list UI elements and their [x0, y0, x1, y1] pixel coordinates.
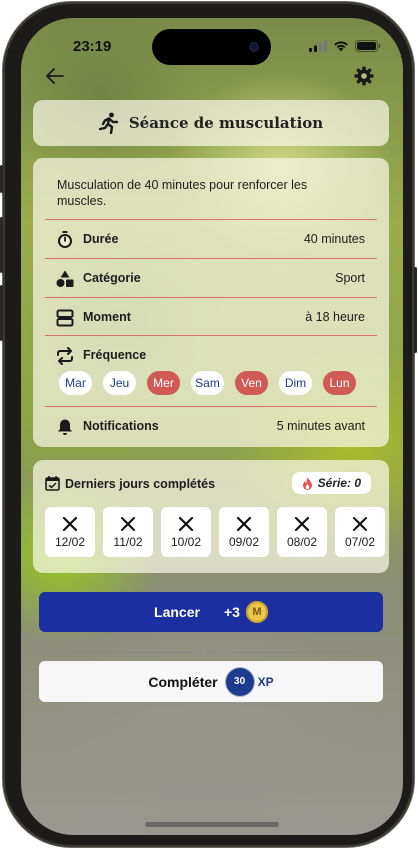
history-day: 10/02 [161, 507, 211, 557]
category-label: Catégorie [83, 271, 141, 285]
status-time: 23:19 [73, 38, 112, 55]
or-label: ou [205, 647, 217, 657]
notifications-label: Notifications [83, 419, 159, 433]
frequency-row: Fréquence [45, 336, 377, 374]
history-day: 11/02 [103, 507, 153, 557]
history-day-date: 07/02 [344, 534, 376, 549]
repeat-icon [55, 346, 75, 366]
activity-title: Séance de musculation [128, 114, 324, 132]
history-day: 12/02 [45, 507, 95, 557]
day-chip-mar[interactable]: Mar [59, 371, 92, 395]
history-day-date: 08/02 [286, 534, 318, 549]
moment-value: à 18 heure [305, 310, 365, 324]
day-chip-ven[interactable]: Ven [235, 371, 268, 395]
history-day: 08/02 [277, 507, 327, 557]
complete-button[interactable]: Compléter 30 XP [39, 661, 383, 702]
arrow-left-icon [46, 68, 64, 84]
launch-reward: +3 [223, 604, 240, 620]
launch-label: Lancer [154, 604, 200, 620]
or-separator: ou [69, 647, 353, 659]
running-person-icon [98, 112, 119, 134]
close-icon [294, 516, 310, 531]
streak-label: Série: 0 [317, 476, 361, 490]
xp-label: XP [257, 674, 274, 689]
category-row: Catégorie Sport [45, 259, 377, 297]
history-card: Derniers jours complétés Série: 0 12/02 … [33, 460, 389, 573]
phone-frame: 23:19 Séance de musculation Musculation … [0, 2, 417, 847]
day-chip-dim[interactable]: Dim [279, 371, 312, 395]
coin-icon: M [245, 601, 268, 623]
signal-icon [309, 40, 327, 52]
flame-icon [302, 477, 312, 490]
day-chip-lun[interactable]: Lun [323, 371, 356, 395]
complete-label: Compléter [148, 673, 218, 690]
title-card: Séance de musculation [33, 100, 389, 146]
history-day-date: 10/02 [170, 534, 202, 549]
camera-icon [249, 42, 259, 52]
volume-up-button [0, 217, 3, 273]
close-icon [178, 516, 194, 531]
details-card: Musculation de 40 minutes pour renforcer… [33, 158, 389, 447]
activity-description: Musculation de 40 minutes pour renforcer… [57, 178, 308, 208]
history-day: 09/02 [219, 507, 269, 557]
bell-icon [55, 417, 75, 437]
category-value: Sport [335, 271, 365, 285]
volume-down-button [0, 285, 3, 341]
separator-line [227, 652, 353, 653]
back-button[interactable] [43, 64, 67, 88]
notifications-row: Notifications 5 minutes avant [45, 407, 377, 445]
home-indicator [145, 822, 279, 827]
action-button [0, 165, 3, 193]
history-day-date: 11/02 [113, 534, 143, 549]
battery-icon [355, 40, 381, 52]
close-icon [62, 516, 78, 531]
history-day-date: 12/02 [54, 534, 86, 549]
stopwatch-icon [55, 230, 75, 250]
day-chip-mer[interactable]: Mer [147, 371, 180, 395]
moment-label: Moment [83, 310, 131, 324]
history-days: 12/02 11/02 10/02 09/02 08/02 07/02 [45, 507, 385, 557]
screen: 23:19 Séance de musculation Musculation … [21, 18, 403, 835]
frequency-days: Mar Jeu Mer Sam Ven Dim Lun [59, 371, 356, 395]
close-icon [236, 516, 252, 531]
close-icon [352, 516, 368, 531]
history-day-date: 09/02 [228, 534, 260, 549]
power-button [414, 267, 417, 353]
gear-icon [354, 66, 374, 86]
duration-row: Durée 40 minutes [45, 220, 377, 258]
close-icon [120, 516, 136, 531]
history-title: Derniers jours complétés [65, 477, 216, 491]
day-chip-sam[interactable]: Sam [191, 371, 224, 395]
history-day: 07/02 [335, 507, 385, 557]
moment-icon [55, 308, 75, 328]
settings-button[interactable] [352, 64, 376, 88]
streak-badge: Série: 0 [291, 472, 371, 494]
status-icons [309, 40, 381, 52]
launch-button[interactable]: Lancer +3 M [39, 592, 383, 632]
day-chip-jeu[interactable]: Jeu [103, 371, 136, 395]
moment-row: Moment à 18 heure [45, 298, 377, 336]
separator-line [69, 652, 195, 653]
wifi-icon [334, 41, 348, 52]
notifications-value: 5 minutes avant [276, 419, 365, 433]
duration-label: Durée [83, 232, 119, 246]
xp-badge: 30 [227, 669, 252, 694]
frequency-label: Fréquence [83, 348, 147, 362]
calendar-check-icon [45, 476, 60, 491]
dynamic-island [152, 29, 271, 65]
duration-value: 40 minutes [303, 232, 365, 246]
shapes-icon [55, 269, 75, 289]
